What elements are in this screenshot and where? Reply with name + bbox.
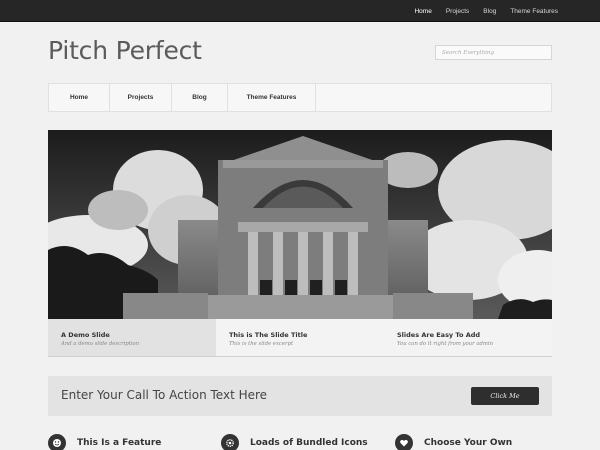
slide-caption-desc: And a demo slide description — [61, 341, 140, 347]
smiley-icon — [48, 434, 66, 450]
feature-title: Loads of Bundled Icons — [250, 438, 368, 448]
nav-item-blog[interactable]: Blog — [172, 84, 228, 111]
nav-item-home[interactable]: Home — [49, 84, 110, 111]
slide-caption-1[interactable]: A Demo Slide And a demo slide descriptio… — [48, 319, 216, 356]
slide-caption-desc: This is the slide excerpt — [229, 341, 294, 347]
main-navigation: Home Projects Blog Theme Features — [48, 83, 552, 112]
topnav-home-link[interactable]: Home — [414, 8, 431, 15]
nav-item-projects[interactable]: Projects — [110, 84, 172, 111]
feature-title: Choose Your Own — [424, 438, 513, 448]
call-to-action: Enter Your Call To Action Text Here Clic… — [48, 376, 552, 416]
site-logo[interactable]: Pitch Perfect — [48, 36, 202, 65]
slide-image[interactable] — [48, 130, 552, 319]
topnav-theme-features-link[interactable]: Theme Features — [510, 8, 558, 15]
search-input[interactable]: Search Everything — [435, 45, 552, 60]
slide-caption-2[interactable]: This is The Slide Title This is the slid… — [216, 319, 384, 356]
cta-text: Enter Your Call To Action Text Here — [61, 388, 268, 402]
top-bar: Home Projects Blog Theme Features — [0, 0, 600, 22]
slide-caption-desc: You can do it right from your admin — [397, 341, 494, 347]
feature-2: Loads of Bundled Icons — [221, 434, 368, 450]
topnav-blog-link[interactable]: Blog — [483, 8, 496, 15]
nav-item-theme-features[interactable]: Theme Features — [228, 84, 316, 111]
topnav-projects-link[interactable]: Projects — [446, 8, 469, 15]
top-navigation: Home Projects Blog Theme Features — [414, 0, 558, 22]
cta-button-label: Click Me — [490, 392, 520, 400]
slider-captions: A Demo Slide And a demo slide descriptio… — [48, 319, 552, 357]
slide-caption-title: This is The Slide Title — [229, 331, 308, 339]
feature-title: This Is a Feature — [77, 438, 162, 448]
gear-icon — [221, 434, 239, 450]
heart-icon — [395, 434, 413, 450]
cta-button[interactable]: Click Me — [471, 387, 539, 405]
feature-1: This Is a Feature — [48, 434, 161, 450]
slide-caption-title: Slides Are Easy To Add — [397, 331, 481, 339]
slide-caption-title: A Demo Slide — [61, 331, 110, 339]
search-placeholder: Search Everything — [442, 49, 494, 56]
feature-3: Choose Your Own — [395, 434, 512, 450]
slide-caption-3[interactable]: Slides Are Easy To Add You can do it rig… — [384, 319, 552, 356]
